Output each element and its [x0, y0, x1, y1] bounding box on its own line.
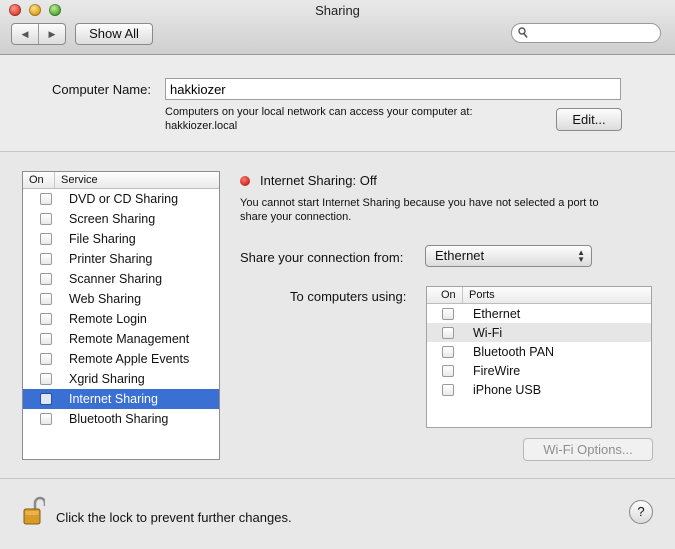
back-forward-group: ◀ ▶: [11, 23, 66, 45]
port-row-firewire[interactable]: FireWire: [427, 361, 651, 380]
service-checkbox[interactable]: [40, 273, 52, 285]
to-computers-label: To computers using:: [290, 289, 407, 304]
computer-name-label: Computer Name:: [52, 82, 151, 97]
port-label: Wi-Fi: [473, 325, 503, 340]
window-title: Sharing: [315, 3, 360, 18]
service-label: Remote Management: [69, 332, 190, 346]
service-checkbox[interactable]: [40, 213, 52, 225]
share-from-value: Ethernet: [435, 248, 485, 263]
share-from-select[interactable]: Ethernet ▲ ▼: [425, 245, 592, 267]
on-column-header[interactable]: On: [23, 172, 55, 188]
service-checkbox[interactable]: [40, 333, 52, 345]
forward-arrow-icon: ▶: [48, 28, 56, 39]
service-row-scanner-sharing[interactable]: Scanner Sharing: [23, 269, 219, 289]
service-checkbox[interactable]: [40, 353, 52, 365]
service-label: Internet Sharing: [69, 392, 158, 406]
forward-button[interactable]: ▶: [38, 24, 65, 44]
ports-list: On Ports Ethernet Wi-Fi Bluetooth PAN Fi…: [426, 286, 652, 428]
service-label: Xgrid Sharing: [69, 372, 145, 386]
service-label: Screen Sharing: [69, 212, 156, 226]
ports-column-header[interactable]: Ports: [463, 289, 495, 301]
service-checkbox[interactable]: [40, 393, 52, 405]
status-indicator-icon: [240, 176, 250, 186]
edit-button[interactable]: Edit...: [556, 108, 622, 131]
port-label: Ethernet: [473, 306, 521, 321]
service-label: Web Sharing: [69, 292, 142, 306]
port-row-bluetooth-pan[interactable]: Bluetooth PAN: [427, 342, 651, 361]
port-label: FireWire: [473, 363, 521, 378]
service-column-header[interactable]: Service: [55, 174, 98, 186]
service-label: File Sharing: [69, 232, 136, 246]
port-label: iPhone USB: [473, 382, 542, 397]
lock-message: Click the lock to prevent further change…: [56, 510, 292, 525]
help-button[interactable]: ?: [629, 500, 653, 524]
service-row-xgrid-sharing[interactable]: Xgrid Sharing: [23, 369, 219, 389]
lock-icon[interactable]: [23, 496, 45, 526]
share-from-label: Share your connection from:: [240, 250, 404, 265]
service-list-header: On Service: [23, 172, 219, 189]
ports-list-header: On Ports: [427, 287, 651, 304]
up-down-arrows-icon: ▲ ▼: [577, 248, 585, 264]
back-arrow-icon: ◀: [21, 28, 29, 39]
service-row-screen-sharing[interactable]: Screen Sharing: [23, 209, 219, 229]
service-checkbox[interactable]: [40, 373, 52, 385]
service-checkbox[interactable]: [40, 413, 52, 425]
computer-name-field[interactable]: [165, 78, 621, 100]
service-row-remote-login[interactable]: Remote Login: [23, 309, 219, 329]
service-status-description-line2: share your connection.: [240, 211, 352, 223]
port-checkbox[interactable]: [442, 345, 454, 358]
service-status-title: Internet Sharing: Off: [260, 173, 377, 188]
service-checkbox[interactable]: [40, 193, 52, 205]
service-checkbox[interactable]: [40, 313, 52, 325]
search-icon: [518, 27, 528, 38]
service-label: Remote Apple Events: [69, 352, 190, 366]
port-checkbox[interactable]: [442, 364, 454, 377]
service-checkbox[interactable]: [40, 233, 52, 245]
service-row-web-sharing[interactable]: Web Sharing: [23, 289, 219, 309]
service-label: Printer Sharing: [69, 252, 153, 266]
service-list: On Service DVD or CD Sharing Screen Shar…: [22, 171, 220, 460]
service-label: Bluetooth Sharing: [69, 412, 169, 426]
service-checkbox[interactable]: [40, 293, 52, 305]
service-checkbox[interactable]: [40, 253, 52, 265]
local-hostname: hakkiozer.local: [165, 120, 238, 132]
port-checkbox[interactable]: [442, 326, 454, 339]
back-button[interactable]: ◀: [12, 24, 38, 44]
service-row-bluetooth-sharing[interactable]: Bluetooth Sharing: [23, 409, 219, 429]
search-input[interactable]: [511, 23, 661, 43]
port-row-ethernet[interactable]: Ethernet: [427, 304, 651, 323]
port-row-wifi[interactable]: Wi-Fi: [427, 323, 651, 342]
ports-on-column-header[interactable]: On: [427, 287, 463, 303]
port-row-iphone-usb[interactable]: iPhone USB: [427, 380, 651, 399]
port-checkbox[interactable]: [442, 307, 454, 320]
service-label: Scanner Sharing: [69, 272, 163, 286]
computer-name-section: [0, 55, 675, 152]
port-label: Bluetooth PAN: [473, 344, 555, 359]
computer-name-info: Computers on your local network can acce…: [165, 106, 473, 118]
service-row-remote-management[interactable]: Remote Management: [23, 329, 219, 349]
service-row-printer-sharing[interactable]: Printer Sharing: [23, 249, 219, 269]
service-row-remote-apple-events[interactable]: Remote Apple Events: [23, 349, 219, 369]
service-label: DVD or CD Sharing: [69, 192, 179, 206]
service-status-description: You cannot start Internet Sharing becaus…: [240, 197, 599, 209]
show-all-button[interactable]: Show All: [75, 23, 153, 45]
service-row-dvd-or-cd-sharing[interactable]: DVD or CD Sharing: [23, 189, 219, 209]
service-row-file-sharing[interactable]: File Sharing: [23, 229, 219, 249]
service-label: Remote Login: [69, 312, 147, 326]
service-row-internet-sharing[interactable]: Internet Sharing: [23, 389, 219, 409]
wifi-options-button[interactable]: Wi-Fi Options...: [523, 438, 653, 461]
port-checkbox[interactable]: [442, 383, 454, 396]
